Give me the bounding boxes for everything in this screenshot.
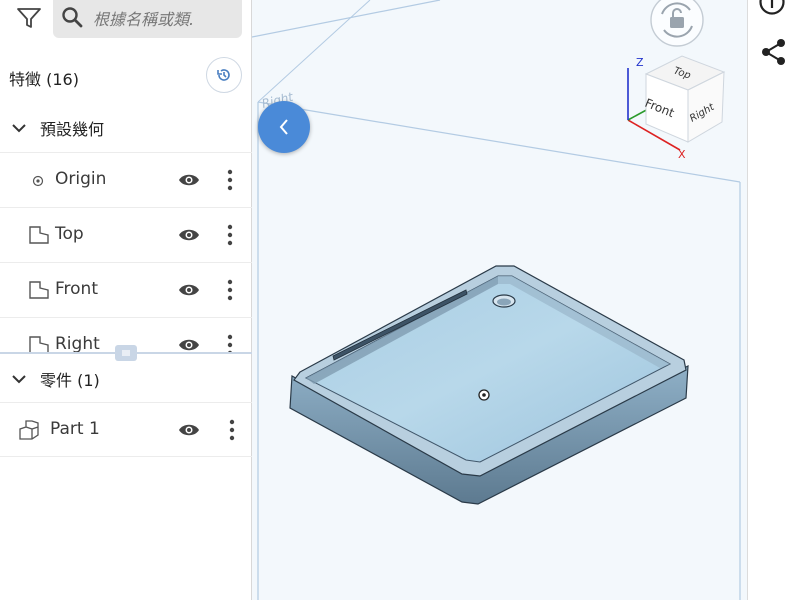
more-options-icon[interactable] [226, 333, 234, 352]
part-icon [19, 420, 39, 440]
search-box[interactable] [53, 0, 242, 38]
viewport-canvas[interactable]: Right X Y [252, 0, 747, 600]
eye-icon[interactable] [178, 172, 200, 188]
history-button[interactable] [206, 57, 242, 93]
axis-x-label: X [678, 148, 686, 161]
eye-icon[interactable] [178, 282, 200, 298]
share-icon[interactable] [761, 38, 787, 66]
parts-group[interactable]: 零件 (1) [0, 361, 252, 397]
part-model[interactable] [289, 265, 689, 505]
part-row[interactable]: Part 1 [0, 402, 252, 457]
feature-label: Front [55, 279, 98, 299]
feature-row-origin[interactable]: Origin [0, 153, 252, 208]
chevron-down-icon[interactable] [12, 123, 26, 133]
default-geometry-label: 預設幾何 [40, 120, 105, 139]
part-label: Part 1 [50, 419, 100, 439]
feature-label: Top [55, 224, 84, 244]
origin-icon [32, 175, 44, 187]
eye-icon[interactable] [178, 227, 200, 243]
search-input[interactable] [93, 6, 239, 32]
feature-label: Right [55, 334, 100, 352]
features-panel: 特徵 (16) 預設幾何 Origin [0, 0, 252, 600]
search-icon [62, 7, 83, 28]
parts-label: 零件 (1) [40, 371, 100, 390]
view-cube[interactable]: X Y Z Top Front Right [627, 55, 726, 161]
collapse-panel-button[interactable] [258, 101, 310, 153]
more-options-icon[interactable] [226, 168, 234, 192]
plane-icon [29, 226, 49, 244]
history-icon [217, 69, 230, 81]
features-count-title: 特徵 (16) [9, 70, 79, 89]
default-geometry-list: Origin Top Front Right [0, 152, 252, 352]
resize-handle-icon[interactable] [115, 345, 137, 361]
eye-icon[interactable] [178, 337, 200, 352]
feature-label: Origin [55, 169, 107, 189]
filter-icon[interactable] [16, 6, 42, 30]
right-toolbar [747, 0, 800, 600]
3d-viewport[interactable]: Right X Y [252, 0, 747, 600]
feature-row-front[interactable]: Front [0, 263, 252, 318]
plane-icon [29, 336, 49, 352]
more-options-icon[interactable] [226, 278, 234, 302]
info-icon[interactable] [758, 0, 786, 16]
feature-row-top[interactable]: Top [0, 208, 252, 263]
eye-icon[interactable] [178, 422, 200, 438]
more-options-icon[interactable] [226, 223, 234, 247]
default-geometry-group[interactable]: 預設幾何 [0, 110, 252, 146]
axis-z-label: Z [636, 56, 644, 69]
chevron-left-icon [279, 119, 288, 135]
more-options-icon[interactable] [228, 418, 236, 442]
rotate-lock-button[interactable] [650, 0, 704, 47]
chevron-down-icon[interactable] [12, 374, 26, 384]
plane-icon [29, 281, 49, 299]
